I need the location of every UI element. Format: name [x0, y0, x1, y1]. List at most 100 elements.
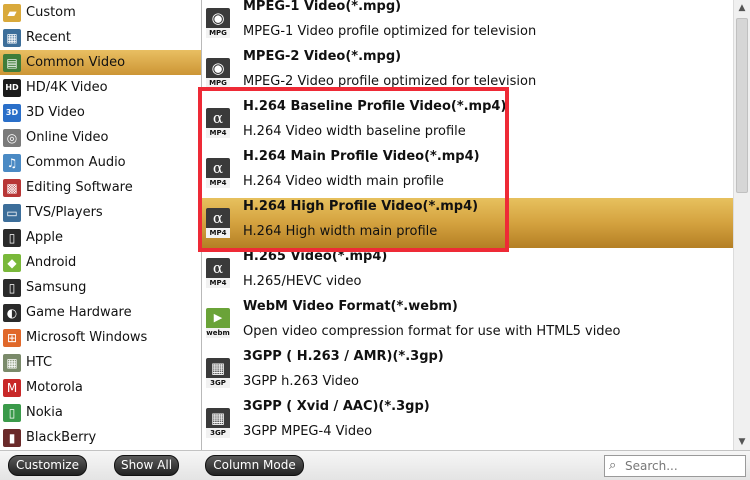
- sidebar-item-label: Recent: [26, 30, 71, 45]
- format-list-item[interactable]: ▦ 3GP 3GPP ( Xvid / AAC)(*.3gp) 3GPP MPEG-4…: [202, 398, 733, 448]
- sidebar-item-label: Nokia: [26, 405, 63, 420]
- format-title: H.264 Baseline Profile Video(*.mp4): [243, 99, 507, 114]
- sidebar-item-nokia[interactable]: ▯ Nokia: [0, 400, 201, 425]
- motorola-logo-icon: M: [3, 378, 21, 397]
- sidebar-item-tvs-players[interactable]: ▭ TVS/Players: [0, 200, 201, 225]
- format-list-item[interactable]: α MP4 H.265 Video(*.mp4) H.265/HEVC video: [202, 248, 733, 298]
- format-icon-tag: MP4: [206, 178, 230, 188]
- format-title: H.264 Main Profile Video(*.mp4): [243, 149, 480, 164]
- format-icon-tag: MPG: [206, 78, 230, 88]
- format-title: WebM Video Format(*.webm): [243, 299, 458, 314]
- gamepad-icon: ◐: [3, 303, 21, 322]
- phone-icon: ▯: [3, 403, 21, 422]
- sidebar-item-custom[interactable]: ▰ Custom: [0, 0, 201, 25]
- mp4-alpha-icon: α MP4: [206, 158, 230, 188]
- format-list-item[interactable]: α MP4 H.264 Main Profile Video(*.mp4) H.264…: [202, 148, 733, 198]
- webm-play-icon: ▶ webm: [206, 308, 230, 338]
- format-description: 3GPP MPEG-4 Video: [243, 424, 373, 439]
- format-icon-tag: MP4: [206, 128, 230, 138]
- sidebar-item-common-audio[interactable]: ♫ Common Audio: [0, 150, 201, 175]
- format-description: H.264 Video width baseline profile: [243, 124, 466, 139]
- clapperboard-icon: ▩: [3, 178, 21, 197]
- format-description: H.264 High width main profile: [243, 224, 438, 239]
- 3d-badge-icon: 3D: [3, 103, 21, 122]
- format-list-scrollbar[interactable]: ▲ ▼: [733, 0, 750, 450]
- format-list-item[interactable]: α MP4 H.264 High Profile Video(*.mp4) H.264…: [202, 198, 733, 248]
- format-description: H.264 Video width main profile: [243, 174, 444, 189]
- format-icon-glyph: ▦: [210, 409, 226, 427]
- sidebar-item-label: Custom: [26, 5, 76, 20]
- format-description: H.265/HEVC video: [243, 274, 362, 289]
- format-list-item[interactable]: ◉ MPG MPEG-1 Video(*.mpg) MPEG-1 Video prof…: [202, 0, 733, 48]
- format-description: 3GPP h.263 Video: [243, 374, 359, 389]
- sidebar-item-label: Common Audio: [26, 155, 126, 170]
- sidebar-item-online-video[interactable]: ◎ Online Video: [0, 125, 201, 150]
- sidebar-item-common-video[interactable]: ▤ Common Video: [0, 50, 201, 75]
- search-box[interactable]: ⌕: [604, 455, 746, 477]
- category-sidebar: ▰ Custom ▦ Recent ▤ Common Video HD HD/4K Video…: [0, 0, 202, 450]
- format-picker-window: ▰ Custom ▦ Recent ▤ Common Video HD HD/4K Video…: [0, 0, 750, 480]
- format-list-item[interactable]: α MP4 H.264 Baseline Profile Video(*.mp4) H…: [202, 98, 733, 148]
- sidebar-item-android[interactable]: ◆ Android: [0, 250, 201, 275]
- format-icon-glyph: ◉: [211, 9, 225, 27]
- phone-icon: ▯: [3, 228, 21, 247]
- scroll-thumb[interactable]: [736, 18, 748, 193]
- format-list-item[interactable]: ▦ 3GP 3GPP ( H.263 / AMR)(*.3gp) 3GPP h.263…: [202, 348, 733, 398]
- format-description: MPEG-1 Video profile optimized for telev…: [243, 24, 537, 39]
- scroll-down-arrow-icon[interactable]: ▼: [734, 434, 750, 450]
- format-icon-glyph: ▦: [210, 359, 226, 377]
- sidebar-item-label: 3D Video: [26, 105, 85, 120]
- sidebar-item-label: BlackBerry: [26, 430, 97, 445]
- sidebar-item-label: Microsoft Windows: [26, 330, 148, 345]
- sidebar-item-3d-video[interactable]: 3D 3D Video: [0, 100, 201, 125]
- mp4-alpha-icon: α MP4: [206, 208, 230, 238]
- format-icon-glyph: α: [212, 159, 224, 177]
- format-icon-glyph: ◉: [211, 59, 225, 77]
- format-icon-tag: 3GP: [206, 428, 230, 438]
- search-input[interactable]: [625, 457, 743, 475]
- show-all-button[interactable]: Show All: [114, 455, 179, 476]
- scroll-up-arrow-icon[interactable]: ▲: [734, 0, 750, 16]
- format-description: Open video compression format for use wi…: [243, 324, 621, 339]
- format-title: MPEG-1 Video(*.mpg): [243, 0, 402, 14]
- sidebar-item-game-hardware[interactable]: ◐ Game Hardware: [0, 300, 201, 325]
- sidebar-item-htc[interactable]: ▦ HTC: [0, 350, 201, 375]
- sidebar-item-label: Game Hardware: [26, 305, 132, 320]
- 3gp-film-icon: ▦ 3GP: [206, 358, 230, 388]
- 3gp-film-icon: ▦ 3GP: [206, 408, 230, 438]
- format-title: H.265 Video(*.mp4): [243, 249, 388, 264]
- tv-icon: ▭: [3, 203, 21, 222]
- blackberry-icon: ▮: [3, 428, 21, 447]
- sidebar-item-editing-software[interactable]: ▩ Editing Software: [0, 175, 201, 200]
- sidebar-item-samsung[interactable]: ▯ Samsung: [0, 275, 201, 300]
- sidebar-item-blackberry[interactable]: ▮ BlackBerry: [0, 425, 201, 450]
- format-list-item[interactable]: ◉ MPG MPEG-2 Video(*.mpg) MPEG-2 Video prof…: [202, 48, 733, 98]
- windows-logo-icon: ⊞: [3, 328, 21, 347]
- format-list-item[interactable]: ▶ webm WebM Video Format(*.webm) Open video…: [202, 298, 733, 348]
- recent-grid-icon: ▦: [3, 28, 21, 47]
- globe-icon: ◎: [3, 128, 21, 147]
- sidebar-item-apple[interactable]: ▯ Apple: [0, 225, 201, 250]
- sidebar-item-label: Motorola: [26, 380, 83, 395]
- folder-icon: ▰: [3, 3, 21, 22]
- customize-button[interactable]: Customize: [8, 455, 87, 476]
- format-title: H.264 High Profile Video(*.mp4): [243, 199, 479, 214]
- sidebar-item-label: Online Video: [26, 130, 109, 145]
- sidebar-item-microsoft-windows[interactable]: ⊞ Microsoft Windows: [0, 325, 201, 350]
- format-icon-tag: webm: [206, 328, 230, 338]
- hd-badge-icon: HD: [3, 78, 21, 97]
- music-note-icon: ♫: [3, 153, 21, 172]
- format-list: ◉ MPG MPEG-1 Video(*.mpg) MPEG-1 Video prof…: [202, 0, 733, 450]
- sidebar-item-recent[interactable]: ▦ Recent: [0, 25, 201, 50]
- format-icon-tag: MP4: [206, 278, 230, 288]
- sidebar-item-label: HTC: [26, 355, 53, 370]
- sidebar-item-label: Common Video: [26, 55, 126, 70]
- format-icon-glyph: ▶: [213, 311, 223, 324]
- mp4-alpha-icon: α MP4: [206, 108, 230, 138]
- film-reel-icon: ◉ MPG: [206, 8, 230, 38]
- sidebar-item-hd-4k-video[interactable]: HD HD/4K Video: [0, 75, 201, 100]
- sidebar-item-motorola[interactable]: M Motorola: [0, 375, 201, 400]
- format-description: MPEG-2 Video profile optimized for telev…: [243, 74, 537, 89]
- column-mode-button[interactable]: Column Mode: [205, 455, 304, 476]
- sidebar-item-label: Android: [26, 255, 77, 270]
